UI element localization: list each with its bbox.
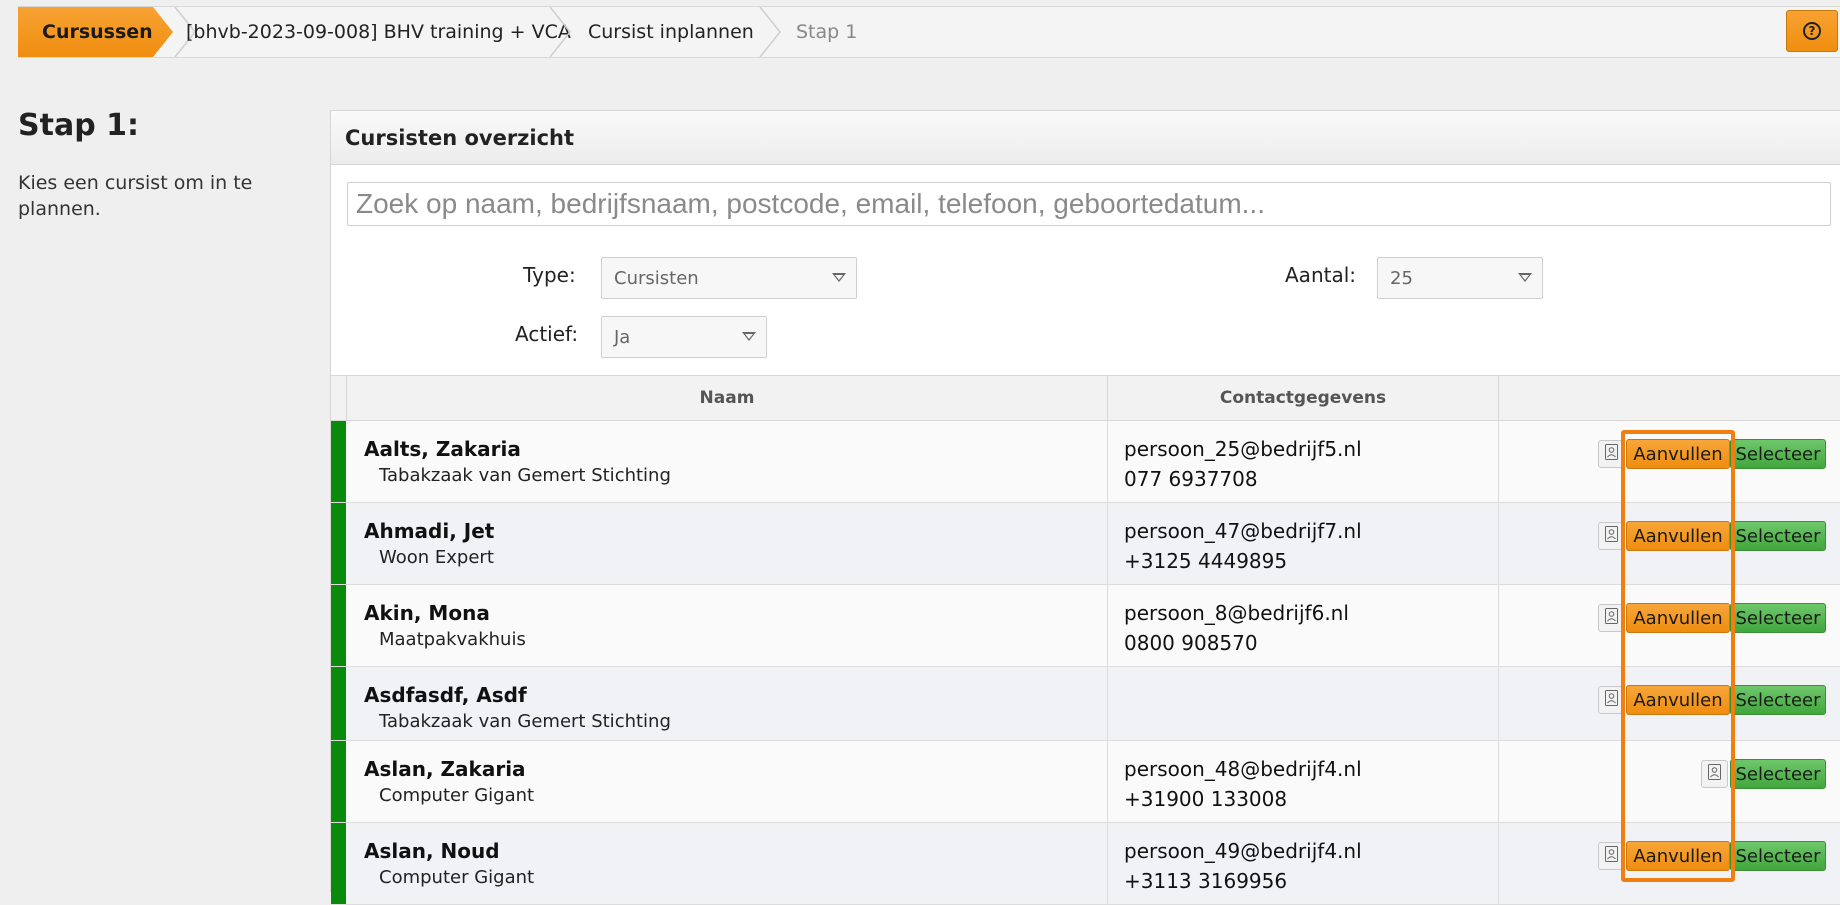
breadcrumb-course[interactable]: [bhvb-2023-09-008] BHV training + VCA (186, 7, 571, 57)
person-card-icon (1605, 846, 1618, 866)
type-select[interactable]: Cursisten (601, 257, 857, 299)
status-indicator (331, 741, 346, 822)
column-divider (1498, 503, 1499, 584)
selecteer-button[interactable]: Selecteer (1730, 521, 1826, 551)
aantal-select[interactable]: 25 (1377, 257, 1543, 299)
profile-button[interactable] (1701, 760, 1728, 788)
cursist-name: Ahmadi, Jet (364, 519, 495, 543)
column-header-contact[interactable]: Contactgegevens (1107, 376, 1498, 420)
cursist-email: persoon_49@bedrijf4.nl (1124, 839, 1362, 863)
actief-select[interactable]: Ja (601, 316, 767, 358)
cursist-phone: +3125 4449895 (1124, 549, 1288, 573)
chevron-down-icon (742, 332, 756, 341)
panel-title: Cursisten overzicht (331, 111, 1840, 165)
cursist-phone: +31900 133008 (1124, 787, 1288, 811)
aantal-label: Aantal: (1285, 263, 1357, 287)
cursist-company: Tabakzaak van Gemert Stichting (379, 465, 671, 486)
cursisten-panel: Cursisten overzicht Type: Cursisten Aant… (330, 110, 1840, 905)
status-indicator (331, 667, 346, 740)
person-card-icon (1605, 690, 1618, 710)
profile-button[interactable] (1598, 440, 1625, 468)
page-title: Stap 1: (18, 108, 139, 143)
selecteer-button[interactable]: Selecteer (1730, 759, 1826, 789)
search-input[interactable] (347, 182, 1831, 226)
column-divider (1107, 741, 1108, 822)
status-indicator (331, 421, 346, 502)
cursist-company: Maatpakvakhuis (379, 629, 526, 650)
table-row: Aslan, Zakaria Computer Gigant persoon_48@… (331, 741, 1840, 823)
aanvullen-button[interactable]: Aanvullen (1626, 603, 1730, 633)
table-row: Aalts, Zakaria Tabakzaak van Gemert Stich… (331, 421, 1840, 503)
cursist-name: Aalts, Zakaria (364, 437, 521, 461)
cursist-company: Woon Expert (379, 547, 494, 568)
cursist-company: Computer Gigant (379, 867, 535, 888)
column-divider (1107, 585, 1108, 666)
column-divider (1107, 667, 1108, 740)
person-card-icon (1605, 608, 1618, 628)
breadcrumb-separator (759, 7, 781, 57)
breadcrumb-cursussen[interactable]: Cursussen (18, 7, 173, 57)
cursist-company: Tabakzaak van Gemert Stichting (379, 711, 671, 732)
profile-button[interactable] (1598, 522, 1625, 550)
cursist-email: persoon_8@bedrijf6.nl (1124, 601, 1349, 625)
cursist-email: persoon_47@bedrijf7.nl (1124, 519, 1362, 543)
type-label: Type: (523, 263, 576, 287)
breadcrumb-cursist-inplannen[interactable]: Cursist inplannen (588, 7, 754, 57)
aanvullen-button[interactable]: Aanvullen (1626, 685, 1730, 715)
person-card-icon (1605, 526, 1618, 546)
column-divider (1498, 421, 1499, 502)
column-divider (1107, 503, 1108, 584)
selecteer-button[interactable]: Selecteer (1730, 685, 1826, 715)
column-divider (1498, 741, 1499, 822)
chevron-down-icon (1518, 273, 1532, 282)
aanvullen-button[interactable]: Aanvullen (1626, 841, 1730, 871)
table-row: Aslan, Noud Computer Gigant persoon_49@bed… (331, 823, 1840, 905)
table-header: Naam Contactgegevens (331, 375, 1840, 421)
breadcrumb-current: Stap 1 (796, 21, 858, 43)
status-indicator (331, 585, 346, 666)
aanvullen-button[interactable]: Aanvullen (1626, 439, 1730, 469)
cursist-name: Aslan, Noud (364, 839, 500, 863)
breadcrumb: Cursussen [bhvb-2023-09-008] BHV trainin… (18, 6, 1840, 58)
question-circle-icon: ? (1803, 22, 1821, 40)
table-row: Akin, Mona Maatpakvakhuis persoon_8@bedrij… (331, 585, 1840, 667)
table-row: Asdfasdf, Asdf Tabakzaak van Gemert Stich… (331, 667, 1840, 741)
cursist-phone: 077 6937708 (1124, 467, 1258, 491)
table-row: Ahmadi, Jet Woon Expert persoon_47@bedrijf… (331, 503, 1840, 585)
column-header-actions (1498, 376, 1840, 420)
selecteer-button[interactable]: Selecteer (1730, 603, 1826, 633)
cursist-email: persoon_48@bedrijf4.nl (1124, 757, 1362, 781)
page-description: Kies een cursist om in te plannen. (18, 172, 253, 220)
aantal-select-value: 25 (1390, 267, 1413, 289)
status-indicator (331, 503, 346, 584)
aanvullen-button[interactable]: Aanvullen (1626, 521, 1730, 551)
selecteer-button[interactable]: Selecteer (1730, 841, 1826, 871)
help-button[interactable]: ? (1786, 10, 1838, 52)
breadcrumb-separator (549, 7, 571, 57)
person-card-icon (1605, 444, 1618, 464)
cursist-phone: 0800 908570 (1124, 631, 1258, 655)
cursist-name: Akin, Mona (364, 601, 490, 625)
chevron-down-icon (832, 273, 846, 282)
cursist-name: Aslan, Zakaria (364, 757, 526, 781)
actief-label: Actief: (515, 322, 579, 346)
type-select-value: Cursisten (614, 267, 699, 289)
profile-button[interactable] (1598, 604, 1625, 632)
profile-button[interactable] (1598, 842, 1625, 870)
actief-select-value: Ja (614, 326, 631, 348)
column-header-naam[interactable]: Naam (346, 376, 1107, 420)
selecteer-button[interactable]: Selecteer (1730, 439, 1826, 469)
cursist-company: Computer Gigant (379, 785, 535, 806)
cursist-phone: +3113 3169956 (1124, 869, 1288, 893)
cursist-email: persoon_25@bedrijf5.nl (1124, 437, 1362, 461)
profile-button[interactable] (1598, 686, 1625, 714)
column-divider (1107, 421, 1108, 502)
column-divider (1498, 667, 1499, 740)
person-card-icon (1708, 764, 1721, 784)
column-divider (1498, 585, 1499, 666)
cursist-name: Asdfasdf, Asdf (364, 683, 527, 707)
